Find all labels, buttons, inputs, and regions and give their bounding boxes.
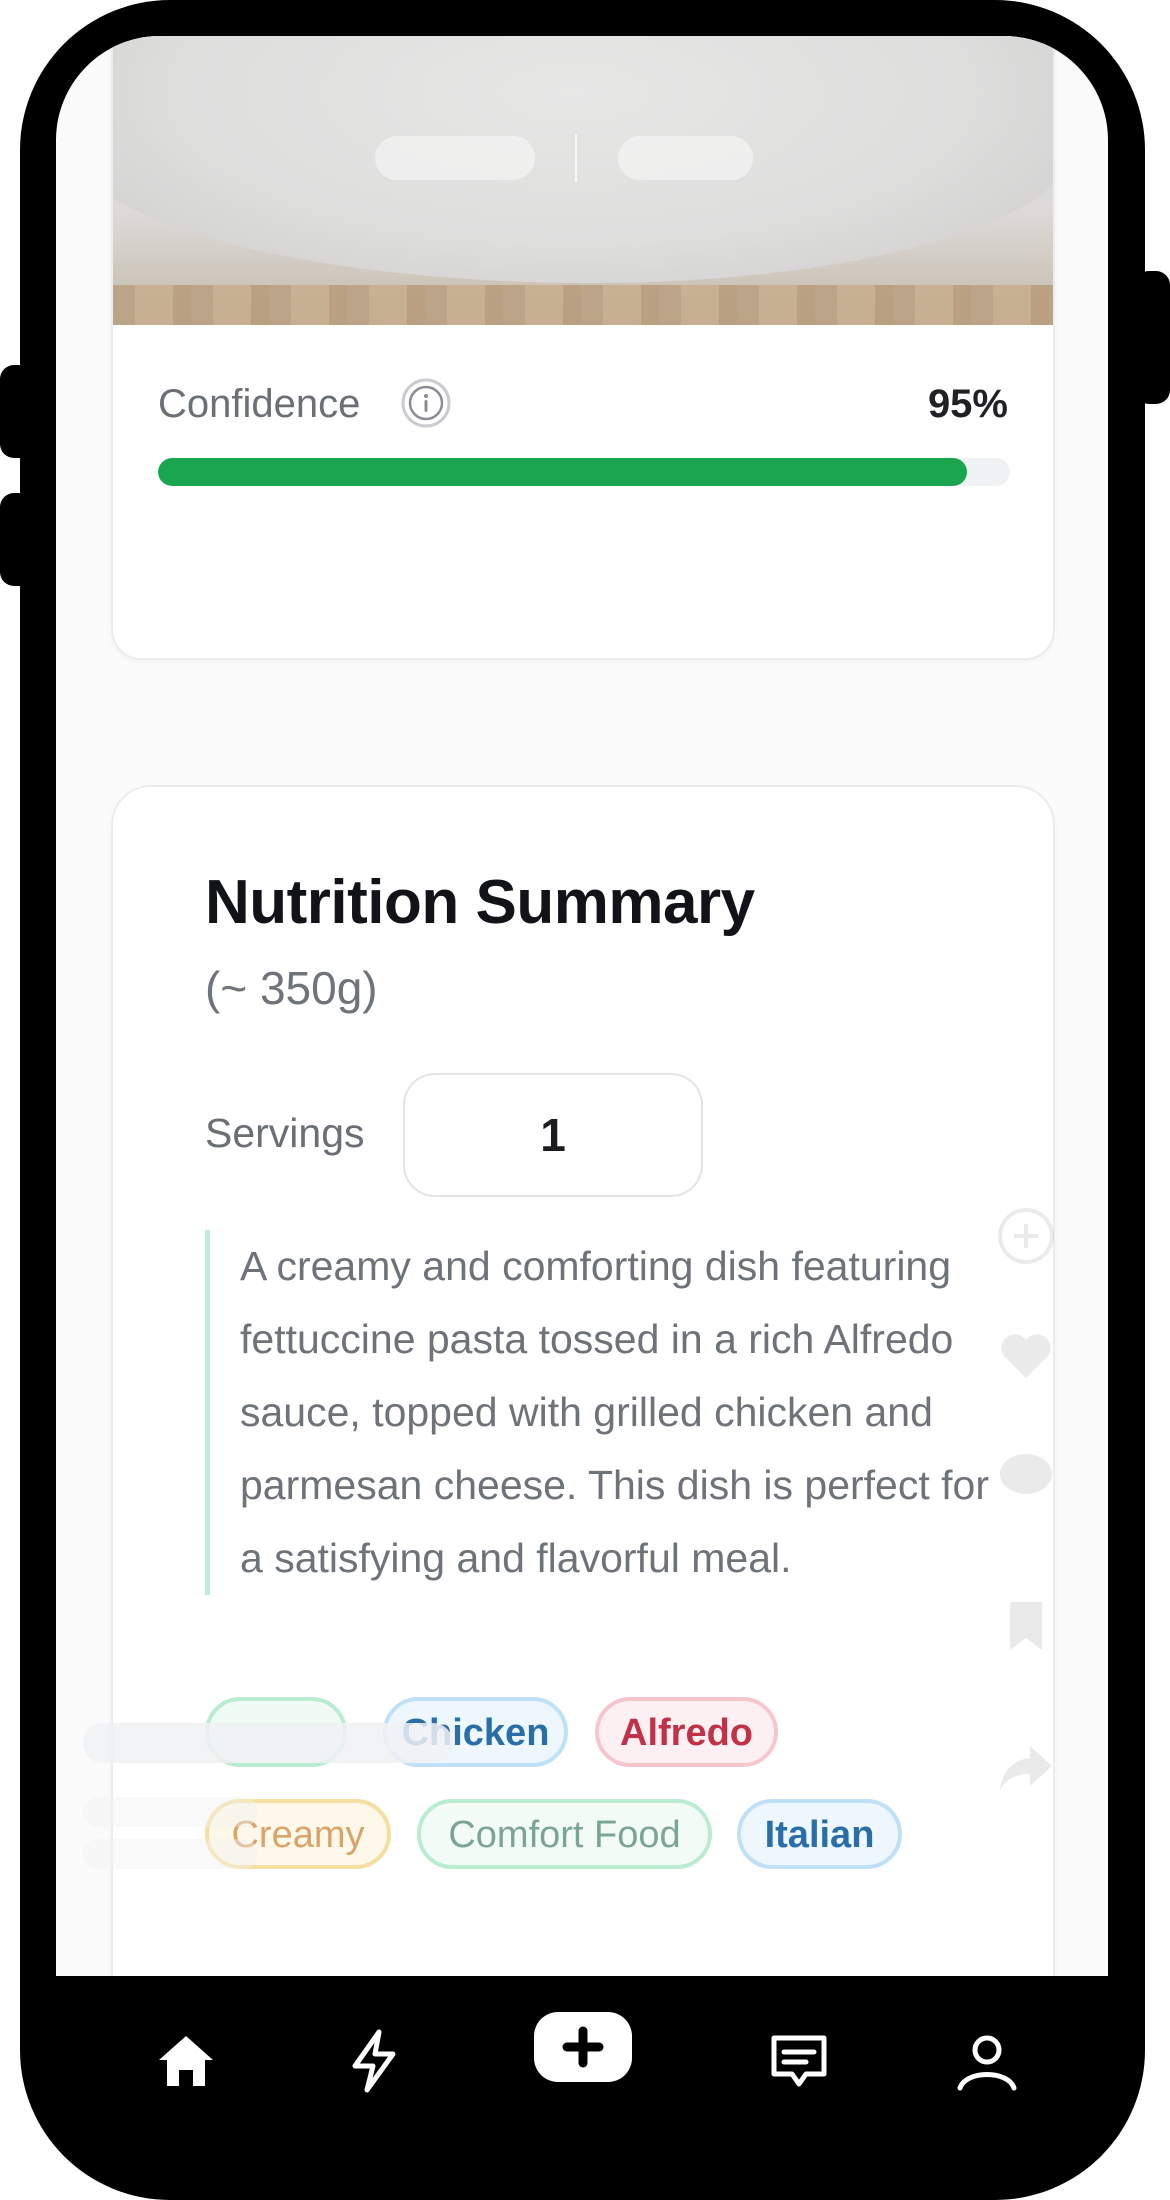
info-icon[interactable] (400, 377, 452, 429)
plate-image (113, 36, 1053, 283)
nutrition-weight: (~ 350g) (205, 962, 378, 1014)
ghost-overlay (83, 1723, 453, 1763)
bookmark-icon (1010, 1602, 1042, 1650)
tag-alfredo[interactable]: Alfredo (595, 1697, 778, 1767)
dish-description: A creamy and comforting dish featuring f… (205, 1230, 1000, 1595)
confidence-progress-bar (158, 458, 1010, 486)
volume-down-button (0, 493, 40, 586)
servings-label: Servings (205, 1110, 365, 1156)
heart-icon (1001, 1334, 1051, 1378)
image-overlay-divider (575, 134, 577, 182)
add-icon (562, 2026, 604, 2068)
confidence-label: Confidence (158, 382, 361, 426)
power-button (1135, 271, 1170, 404)
food-analysis-card: Confidence 95% (111, 36, 1055, 660)
app-screen: Confidence 95% Nutrition Summary (~ 350g… (56, 36, 1108, 1976)
confidence-progress-fill (158, 458, 968, 486)
tag-italian[interactable]: Italian (737, 1799, 902, 1869)
add-circle-icon (998, 1208, 1054, 1264)
servings-input[interactable]: 1 (403, 1073, 703, 1197)
confidence-value: 95% (927, 382, 1008, 426)
tag-comfort-food[interactable]: Comfort Food (417, 1799, 712, 1869)
profile-icon[interactable] (952, 2026, 1022, 2096)
image-overlay-pill[interactable] (375, 136, 535, 180)
food-photo (113, 36, 1053, 325)
ghost-overlay (83, 1839, 258, 1869)
confidence-row: Confidence 95% (158, 370, 1008, 430)
nutrition-title: Nutrition Summary (205, 868, 755, 937)
share-icon (1000, 1746, 1052, 1790)
comment-icon (1000, 1454, 1052, 1494)
bottom-navigation (56, 1976, 1108, 2136)
home-icon[interactable] (151, 2026, 221, 2096)
nutrition-summary-card: Nutrition Summary (~ 350g) Servings 1 A … (83, 785, 1055, 1976)
image-overlay-pill[interactable] (618, 136, 753, 180)
chat-icon[interactable] (764, 2026, 834, 2096)
lightning-icon[interactable] (339, 2026, 409, 2096)
volume-up-button (0, 365, 40, 458)
add-button[interactable] (534, 2012, 632, 2082)
table-surface (113, 285, 1053, 325)
ghost-overlay (83, 1797, 258, 1827)
